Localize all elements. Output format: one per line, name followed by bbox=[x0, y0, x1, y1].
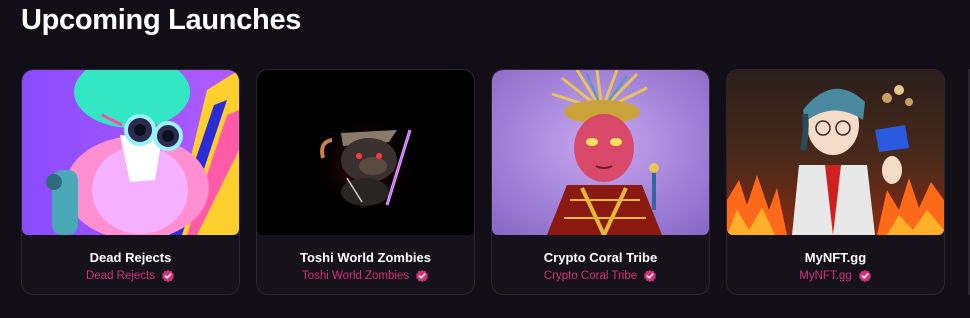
collection-thumbnail bbox=[492, 70, 709, 235]
collection-thumbnail bbox=[727, 70, 944, 235]
upcoming-launches-section: Upcoming Launches Dead Rejects Dead Reje… bbox=[0, 0, 970, 318]
creator-row[interactable]: Crypto Coral Tribe bbox=[492, 269, 709, 283]
launch-card[interactable]: Toshi World Zombies Toshi World Zombies bbox=[256, 69, 475, 295]
verified-badge-icon bbox=[415, 269, 429, 283]
launch-card-row: Dead Rejects Dead Rejects Toshi World Zo… bbox=[21, 69, 945, 295]
launch-card[interactable]: MyNFT.gg MyNFT.gg bbox=[726, 69, 945, 295]
verified-badge-icon bbox=[161, 269, 175, 283]
collection-name: MyNFT.gg bbox=[804, 250, 867, 265]
creator-row[interactable]: Toshi World Zombies bbox=[257, 269, 474, 283]
collection-name: Dead Rejects bbox=[89, 250, 172, 265]
launch-card[interactable]: Crypto Coral Tribe Crypto Coral Tribe bbox=[491, 69, 710, 295]
collection-name: Crypto Coral Tribe bbox=[543, 250, 658, 265]
creator-name[interactable]: Dead Rejects bbox=[86, 270, 155, 282]
creator-name[interactable]: MyNFT.gg bbox=[799, 270, 851, 282]
creator-row[interactable]: Dead Rejects bbox=[22, 269, 239, 283]
collection-thumbnail bbox=[22, 70, 239, 235]
creator-name[interactable]: Crypto Coral Tribe bbox=[544, 270, 637, 282]
creator-row[interactable]: MyNFT.gg bbox=[727, 269, 944, 283]
collection-name: Toshi World Zombies bbox=[300, 250, 431, 265]
verified-badge-icon bbox=[643, 269, 657, 283]
section-title: Upcoming Launches bbox=[21, 4, 302, 36]
collection-thumbnail bbox=[257, 70, 474, 235]
verified-badge-icon bbox=[858, 269, 872, 283]
creator-name[interactable]: Toshi World Zombies bbox=[302, 270, 409, 282]
launch-card[interactable]: Dead Rejects Dead Rejects bbox=[21, 69, 240, 295]
